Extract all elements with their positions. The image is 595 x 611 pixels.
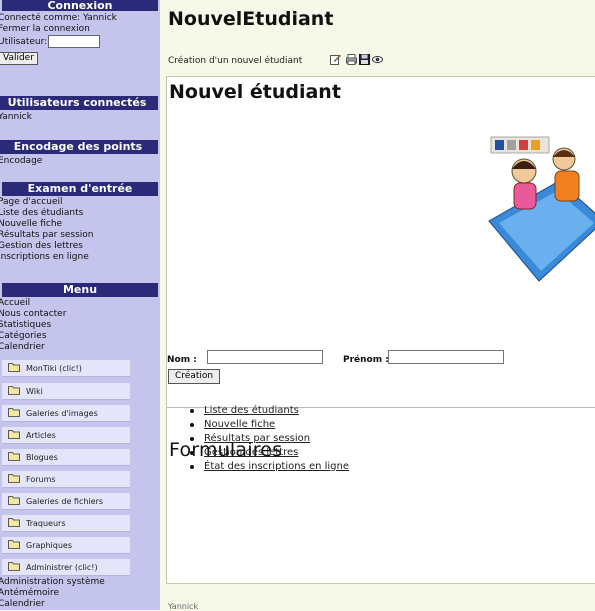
- examen-link-liste[interactable]: Liste des étudiants: [0, 208, 83, 218]
- folder-icon: [8, 496, 20, 505]
- user-input[interactable]: [48, 35, 100, 48]
- prenom-input[interactable]: [388, 350, 504, 364]
- examen-link-accueil[interactable]: Page d'accueil: [0, 197, 63, 207]
- sidebar: Connexion Connecté comme: Yannick Fermer…: [0, 0, 160, 610]
- bullet-icon: [190, 465, 194, 469]
- connexion-header: Connexion: [2, 0, 158, 11]
- page-subtitle: Création d'un nouvel étudiant: [168, 56, 303, 66]
- view-icon[interactable]: [372, 54, 383, 65]
- list-item: Nouvelle fiche: [190, 418, 349, 432]
- list-item: État des inscriptions en ligne: [190, 460, 349, 474]
- menu-link-accueil[interactable]: Accueil: [0, 298, 30, 308]
- examen-link-inscriptions[interactable]: Inscriptions en ligne: [0, 252, 89, 262]
- folder-icon: [8, 474, 20, 483]
- menu-folder-galeries-images[interactable]: Galeries d'images: [2, 405, 130, 422]
- logout-link[interactable]: Fermer la connexion: [0, 24, 90, 34]
- folder-icon: [8, 430, 20, 439]
- prenom-label: Prénom :: [343, 355, 389, 365]
- link-resultats-session[interactable]: Résultats par session: [204, 433, 310, 444]
- menu-folder-label: Forums: [26, 475, 56, 484]
- link-nouvelle-fiche[interactable]: Nouvelle fiche: [204, 419, 275, 430]
- menu-folder-label: Blogues: [26, 453, 58, 462]
- bullet-icon: [190, 409, 194, 413]
- menu-folder-label: Galeries d'images: [26, 409, 98, 418]
- folder-icon: [8, 386, 20, 395]
- admin-link-antememoire[interactable]: Antémémoire: [0, 588, 59, 598]
- save-icon[interactable]: [359, 54, 370, 65]
- link-liste-etudiants[interactable]: Liste des étudiants: [204, 405, 299, 416]
- menu-folder-administrer[interactable]: Administrer (clic!): [2, 559, 130, 576]
- menu-header: Menu: [2, 283, 158, 297]
- menu-folder-label: Wiki: [26, 387, 43, 396]
- folder-icon: [8, 518, 20, 527]
- folder-open-icon: [8, 562, 20, 571]
- nom-input[interactable]: [207, 350, 323, 364]
- examen-link-resultats[interactable]: Résultats par session: [0, 230, 94, 240]
- menu-link-calendrier[interactable]: Calendrier: [0, 342, 45, 352]
- edit-icon[interactable]: [330, 54, 341, 65]
- menu-folder-articles[interactable]: Articles: [2, 427, 130, 444]
- content-box: Nouvel étudiant Nom : Prénom : Création …: [166, 76, 595, 584]
- users-header: Utilisateurs connectés: [0, 96, 158, 110]
- folder-icon: [8, 540, 20, 549]
- box-title: Nouvel étudiant: [169, 81, 341, 103]
- main-content: NouvelEtudiant Création d'un nouvel étud…: [160, 0, 595, 611]
- list-item: Résultats par session: [190, 432, 349, 446]
- menu-folder-forums[interactable]: Forums: [2, 471, 130, 488]
- menu-folder-traqueurs[interactable]: Traqueurs: [2, 515, 130, 532]
- user-item[interactable]: Yannick: [0, 112, 32, 122]
- connected-as-text: Connecté comme: Yannick: [0, 13, 117, 23]
- inscription-illustration: [488, 136, 595, 282]
- creation-button[interactable]: Création: [168, 369, 221, 384]
- valider-button[interactable]: Valider: [0, 52, 38, 65]
- menu-folder-label: Traqueurs: [26, 519, 66, 528]
- examen-header: Examen d'entrée: [2, 182, 158, 196]
- encodage-header: Encodage des points: [0, 140, 158, 154]
- admin-link-calendrier[interactable]: Calendrier: [0, 599, 45, 609]
- bullet-icon: [190, 451, 194, 455]
- formulaires-list: Liste des étudiants Nouvelle fiche Résul…: [190, 404, 349, 474]
- menu-folder-wiki[interactable]: Wiki: [2, 383, 130, 400]
- examen-link-lettres[interactable]: Gestion des lettres: [0, 241, 83, 251]
- list-item: Gestion des lettres: [190, 446, 349, 460]
- bullet-icon: [190, 437, 194, 441]
- folder-icon: [8, 408, 20, 417]
- encodage-link[interactable]: Encodage: [0, 156, 42, 166]
- link-etat-inscriptions[interactable]: État des inscriptions en ligne: [204, 461, 349, 472]
- page-title: NouvelEtudiant: [168, 8, 334, 30]
- nom-label: Nom :: [167, 355, 197, 365]
- menu-folder-label: Articles: [26, 431, 56, 440]
- link-gestion-lettres[interactable]: Gestion des lettres: [204, 447, 298, 458]
- menu-folder-label: Galeries de fichiers: [26, 497, 104, 506]
- folder-icon: [8, 363, 20, 372]
- admin-link-systeme[interactable]: Administration système: [0, 577, 105, 587]
- menu-folder-label: Administrer (clic!): [26, 563, 98, 572]
- menu-link-stats[interactable]: Statistiques: [0, 320, 51, 330]
- user-label: Utilisateur:: [0, 37, 48, 47]
- menu-link-contact[interactable]: Nous contacter: [0, 309, 66, 319]
- menu-folder-label: Graphiques: [26, 541, 72, 550]
- menu-folder-galeries-fichiers[interactable]: Galeries de fichiers: [2, 493, 130, 510]
- menu-folder-graphiques[interactable]: Graphiques: [2, 537, 130, 554]
- examen-link-nouvelle[interactable]: Nouvelle fiche: [0, 219, 62, 229]
- menu-folder-label: MonTiki (clic!): [26, 364, 82, 373]
- print-icon[interactable]: [346, 54, 357, 65]
- list-item: Liste des étudiants: [190, 404, 349, 418]
- menu-link-categories[interactable]: Catégories: [0, 331, 47, 341]
- folder-icon: [8, 452, 20, 461]
- bullet-icon: [190, 423, 194, 427]
- menu-folder-montiki[interactable]: MonTiki (clic!): [2, 360, 130, 377]
- menu-folder-blogues[interactable]: Blogues: [2, 449, 130, 466]
